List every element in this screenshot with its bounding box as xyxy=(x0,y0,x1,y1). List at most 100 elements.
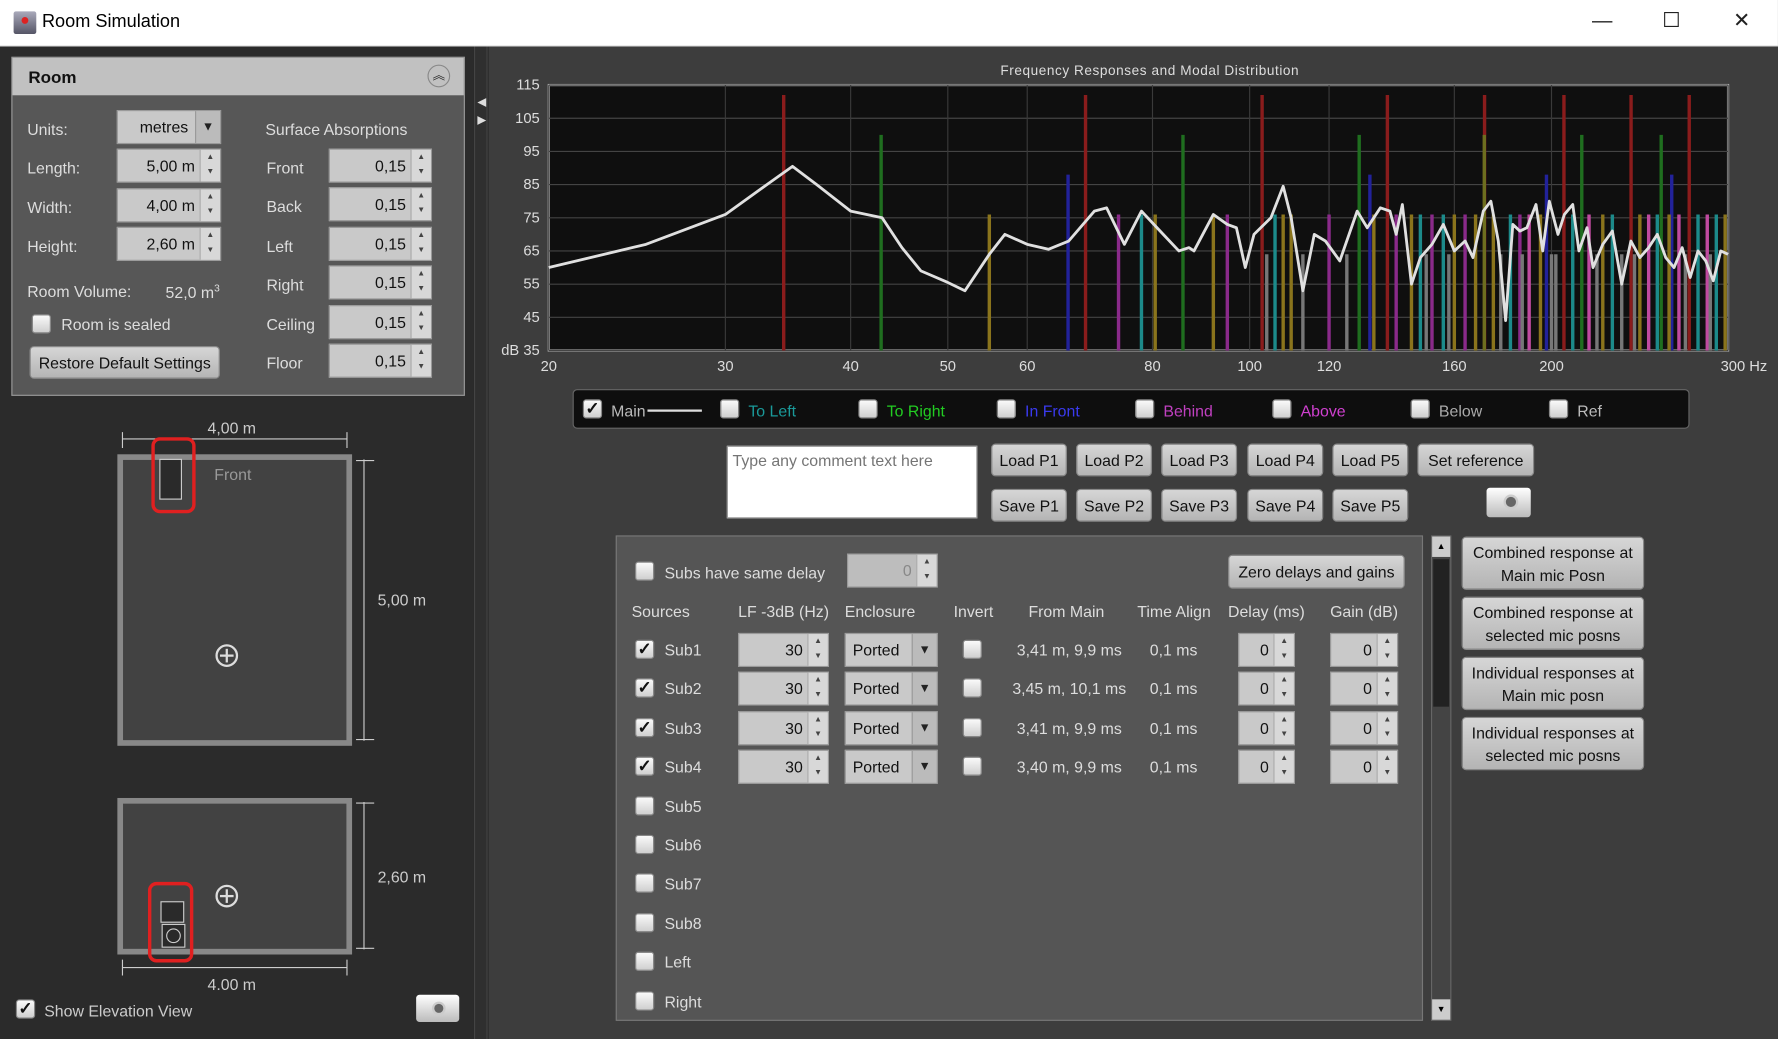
load-p1-button[interactable]: Load P1 xyxy=(991,443,1067,477)
spinner-arrows-icon[interactable]: ▲ ▼ xyxy=(410,266,431,299)
zero-delays-button[interactable]: Zero delays and gains xyxy=(1228,554,1405,589)
legend-checkbox-behind[interactable] xyxy=(1135,399,1155,419)
source-checkbox-sub3[interactable]: ✓ xyxy=(634,718,655,738)
load-p4-button[interactable]: Load P4 xyxy=(1247,443,1324,477)
lf-spinner[interactable]: 30 ▲ ▼ xyxy=(738,632,829,667)
invert-checkbox[interactable] xyxy=(962,718,982,738)
spinner-arrows-icon[interactable]: ▲ ▼ xyxy=(1273,712,1294,745)
spinner-arrows-icon[interactable]: ▲ ▼ xyxy=(1376,672,1397,705)
same-delay-checkbox[interactable] xyxy=(634,561,655,581)
lf-spinner[interactable]: 30 ▲ ▼ xyxy=(738,749,829,784)
collapse-left-icon[interactable]: ◀ xyxy=(477,96,486,108)
spinner-arrows-icon[interactable]: ▲ ▼ xyxy=(1376,634,1397,666)
response-button-1[interactable]: Combined response at Main mic Posn xyxy=(1461,536,1645,590)
spinner-arrows-icon[interactable]: ▲ ▼ xyxy=(807,634,828,666)
expand-right-icon[interactable]: ▶ xyxy=(477,115,486,127)
delay-spinner[interactable]: 0 ▲ ▼ xyxy=(1238,632,1295,667)
source-checkbox-left[interactable] xyxy=(634,951,655,971)
spinner-arrows-icon[interactable]: ▲ ▼ xyxy=(1376,750,1397,783)
spinner-arrows-icon[interactable]: ▲ ▼ xyxy=(199,149,220,182)
response-button-4[interactable]: Individual responses at selected mic pos… xyxy=(1461,716,1645,771)
legend-checkbox-below[interactable] xyxy=(1410,399,1430,419)
sources-scrollbar[interactable]: ▲ ▼ xyxy=(1430,535,1452,1021)
splitter[interactable]: ◀ ▶ xyxy=(473,46,488,1039)
collapse-icon[interactable]: ︽ xyxy=(427,64,451,88)
lf-spinner[interactable]: 30 ▲ ▼ xyxy=(738,671,829,706)
enclosure-select[interactable]: Ported ▼ xyxy=(844,711,938,746)
legend-checkbox-main[interactable]: ✓ xyxy=(582,399,603,419)
enclosure-select[interactable]: Ported ▼ xyxy=(844,632,938,667)
lf-spinner[interactable]: 30 ▲ ▼ xyxy=(738,711,829,746)
delay-spinner[interactable]: 0 ▲ ▼ xyxy=(1238,671,1295,706)
save-p3-button[interactable]: Save P3 xyxy=(1161,488,1238,522)
scroll-up-icon[interactable]: ▲ xyxy=(1432,536,1451,557)
absorption-spinner-front[interactable]: 0,15 ▲ ▼ xyxy=(328,148,433,183)
delay-spinner[interactable]: 0 ▲ ▼ xyxy=(1238,711,1295,746)
camera-icon[interactable] xyxy=(416,994,460,1023)
source-checkbox-sub4[interactable]: ✓ xyxy=(634,756,655,776)
delay-spinner[interactable]: 0 ▲ ▼ xyxy=(1238,749,1295,784)
legend-checkbox-ref[interactable] xyxy=(1548,399,1569,419)
legend-checkbox-to-left[interactable] xyxy=(720,399,740,419)
source-checkbox-right[interactable] xyxy=(634,991,655,1011)
spinner-arrows-icon[interactable]: ▲ ▼ xyxy=(1273,750,1294,783)
close-button[interactable]: ✕ xyxy=(1719,9,1764,33)
invert-checkbox[interactable] xyxy=(962,678,982,698)
gain-spinner[interactable]: 0 ▲ ▼ xyxy=(1330,711,1399,746)
source-checkbox-sub7[interactable] xyxy=(634,873,655,893)
chart-camera-icon[interactable] xyxy=(1486,487,1531,518)
length-spinner[interactable]: 5,00 m ▲ ▼ xyxy=(116,148,222,183)
invert-checkbox[interactable] xyxy=(962,639,982,660)
source-checkbox-sub2[interactable]: ✓ xyxy=(634,678,655,698)
invert-checkbox[interactable] xyxy=(962,756,982,776)
absorption-spinner-left[interactable]: 0,15 ▲ ▼ xyxy=(328,226,433,261)
comment-input[interactable] xyxy=(726,445,978,519)
save-p1-button[interactable]: Save P1 xyxy=(991,488,1067,522)
response-button-3[interactable]: Individual responses at Main mic posn xyxy=(1461,656,1645,711)
save-p5-button[interactable]: Save P5 xyxy=(1332,488,1409,522)
restore-defaults-button[interactable]: Restore Default Settings xyxy=(29,345,220,379)
spinner-arrows-icon[interactable]: ▲ ▼ xyxy=(199,189,220,222)
spinner-arrows-icon[interactable]: ▲ ▼ xyxy=(807,672,828,705)
absorption-spinner-ceiling[interactable]: 0,15 ▲ ▼ xyxy=(328,304,433,339)
minimize-button[interactable]: — xyxy=(1580,9,1625,33)
height-spinner[interactable]: 2,60 m ▲ ▼ xyxy=(116,226,222,261)
gain-spinner[interactable]: 0 ▲ ▼ xyxy=(1330,632,1399,667)
spinner-arrows-icon[interactable]: ▲ ▼ xyxy=(410,344,431,377)
spinner-arrows-icon[interactable]: ▲ ▼ xyxy=(410,188,431,221)
source-checkbox-sub8[interactable] xyxy=(634,913,655,933)
absorption-spinner-back[interactable]: 0,15 ▲ ▼ xyxy=(328,187,433,222)
enclosure-select[interactable]: Ported ▼ xyxy=(844,671,938,706)
room-panel-header[interactable]: Room ︽ xyxy=(12,57,464,96)
load-p2-button[interactable]: Load P2 xyxy=(1076,443,1153,477)
load-p5-button[interactable]: Load P5 xyxy=(1332,443,1409,477)
absorption-spinner-right[interactable]: 0,15 ▲ ▼ xyxy=(328,265,433,300)
units-select[interactable]: metres ▼ xyxy=(116,110,222,145)
gain-spinner[interactable]: 0 ▲ ▼ xyxy=(1330,671,1399,706)
source-checkbox-sub6[interactable] xyxy=(634,834,655,855)
save-p2-button[interactable]: Save P2 xyxy=(1076,488,1153,522)
legend-checkbox-in-front[interactable] xyxy=(996,399,1016,419)
spinner-arrows-icon[interactable]: ▲ ▼ xyxy=(199,227,220,260)
save-p4-button[interactable]: Save P4 xyxy=(1247,488,1324,522)
maximize-button[interactable]: ☐ xyxy=(1649,9,1694,33)
response-button-2[interactable]: Combined response at selected mic posns xyxy=(1461,596,1645,650)
set-reference-button[interactable]: Set reference xyxy=(1417,443,1535,477)
legend-checkbox-to-right[interactable] xyxy=(858,399,878,419)
spinner-arrows-icon[interactable]: ▲ ▼ xyxy=(410,149,431,182)
source-checkbox-sub1[interactable]: ✓ xyxy=(634,639,655,660)
scroll-down-icon[interactable]: ▼ xyxy=(1432,999,1451,1020)
enclosure-select[interactable]: Ported ▼ xyxy=(844,749,938,784)
spinner-arrows-icon[interactable]: ▲ ▼ xyxy=(1273,634,1294,666)
load-p3-button[interactable]: Load P3 xyxy=(1161,443,1238,477)
spinner-arrows-icon[interactable]: ▲ ▼ xyxy=(807,750,828,783)
gain-spinner[interactable]: 0 ▲ ▼ xyxy=(1330,749,1399,784)
legend-checkbox-above[interactable] xyxy=(1272,399,1292,419)
spinner-arrows-icon[interactable]: ▲ ▼ xyxy=(410,227,431,260)
scrollbar-thumb[interactable] xyxy=(1433,559,1450,707)
spinner-arrows-icon[interactable]: ▲ ▼ xyxy=(410,305,431,338)
spinner-arrows-icon[interactable]: ▲ ▼ xyxy=(1273,672,1294,705)
absorption-spinner-floor[interactable]: 0,15 ▲ ▼ xyxy=(328,343,433,378)
spinner-arrows-icon[interactable]: ▲ ▼ xyxy=(1376,712,1397,745)
room-sealed-checkbox[interactable] xyxy=(31,314,52,334)
